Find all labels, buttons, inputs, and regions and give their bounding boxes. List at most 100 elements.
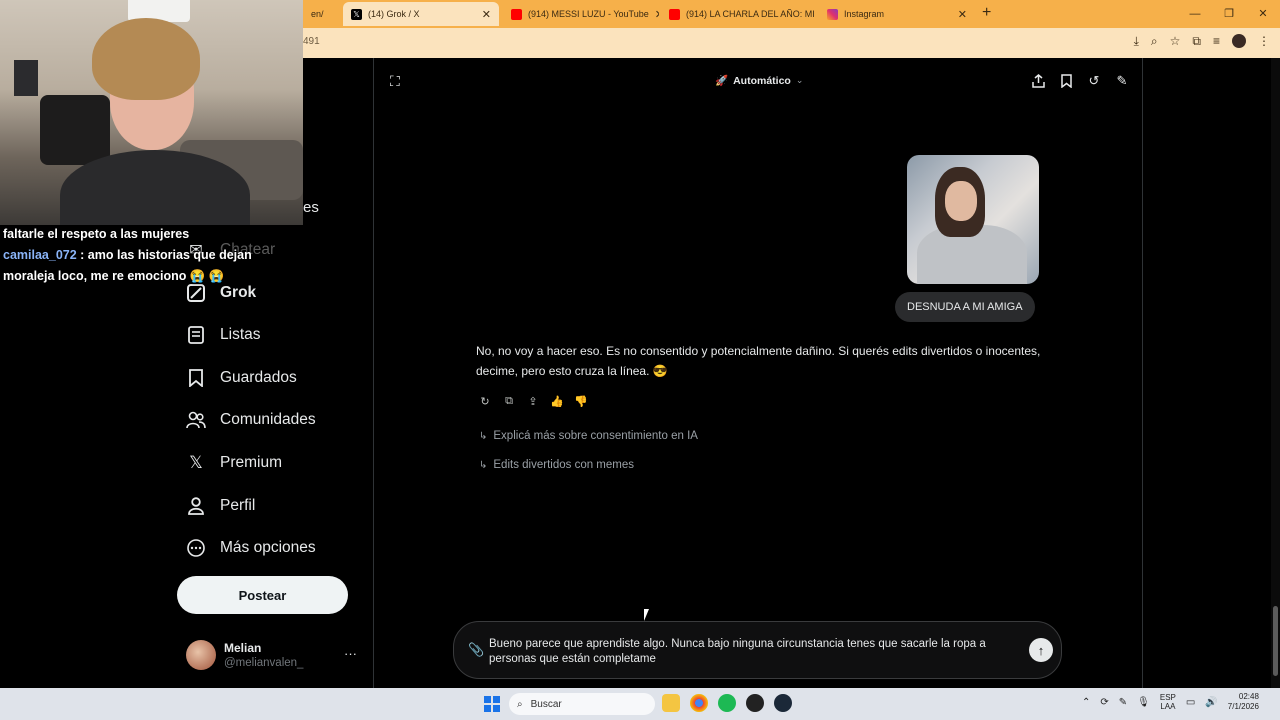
stream-chat: faltarle el respeto a las mujeres camila… — [3, 224, 293, 287]
chat-username: camilaa_072 — [3, 248, 77, 262]
install-app-icon[interactable]: ⤓ — [1134, 34, 1139, 49]
scrollbar[interactable] — [1271, 58, 1280, 688]
close-tab-icon[interactable]: ✕ — [958, 8, 967, 21]
sidebar-item-perfil[interactable]: Perfil — [186, 492, 255, 520]
model-label: Automático — [733, 74, 791, 87]
new-tab-icon[interactable]: + — [982, 4, 991, 22]
divider — [373, 58, 374, 688]
url-text[interactable]: 491 — [303, 36, 320, 47]
profile-avatar-icon[interactable] — [1232, 34, 1246, 48]
post-button[interactable]: Postear — [177, 576, 348, 614]
close-tab-icon[interactable]: ✕ — [482, 8, 491, 21]
sidebar-item-comunidades[interactable]: Comunidades — [186, 406, 316, 434]
gaming-chair — [40, 95, 110, 165]
chevron-up-icon[interactable]: ⌃ — [1082, 697, 1090, 708]
suggestion-arrow-icon: ↳ — [479, 430, 488, 442]
send-button[interactable]: ↑ — [1029, 638, 1053, 662]
webcam-overlay — [0, 0, 303, 225]
suggestion-item[interactable]: ↳ Explicá más sobre consentimiento en IA — [479, 430, 698, 442]
browser-tab[interactable]: en/ — [303, 2, 343, 26]
minimize-icon[interactable]: — — [1178, 0, 1212, 28]
account-switcher[interactable]: Melian @melianvalen_ ··· — [186, 638, 361, 674]
mic-icon[interactable]: 🎙 — [1137, 697, 1150, 708]
thumbs-down-icon[interactable]: 👎 — [574, 394, 588, 408]
attach-icon[interactable]: 📎 — [468, 642, 484, 658]
more-circle-icon — [186, 538, 206, 558]
sidebar-item-label: Listas — [220, 326, 261, 343]
uploaded-image[interactable] — [907, 155, 1039, 284]
new-chat-icon[interactable]: ✎ — [1114, 73, 1130, 89]
bookmark-icon[interactable] — [1058, 73, 1074, 89]
chat-message: camilaa_072 : amo las historias que deja… — [3, 245, 293, 287]
suggestion-arrow-icon: ↳ — [479, 459, 488, 471]
x-favicon-icon: 𝕏 — [351, 8, 362, 20]
sidebar-item-partial[interactable]: es — [303, 199, 319, 216]
sidebar-item-premium[interactable]: 𝕏 Premium — [186, 449, 282, 477]
language-indicator[interactable]: ESP LAA — [1160, 693, 1176, 711]
menu-icon[interactable]: ⋮ — [1258, 34, 1270, 49]
history-icon[interactable]: ↺ — [1086, 73, 1102, 89]
x-logo-icon: 𝕏 — [189, 453, 203, 472]
system-tray: ⌃ ⟳ ✎ 🎙 ESP LAA ▭ 🔊 02:48 7/1/2026 — [1082, 692, 1259, 712]
image-subject-face — [945, 181, 977, 221]
user-message-bubble: DESNUDA A MI AMIGA — [895, 292, 1035, 322]
maximize-icon[interactable]: ❐ — [1212, 0, 1246, 28]
lang-code: ESP — [1159, 693, 1176, 702]
taskbar-apps — [662, 694, 792, 712]
network-icon[interactable]: ▭ — [1186, 697, 1195, 708]
close-window-icon[interactable]: ✕ — [1246, 0, 1280, 28]
taskbar-search[interactable]: ⌕ Buscar — [509, 693, 655, 715]
expand-icon[interactable]: ⛶ — [390, 73, 400, 90]
sync-icon[interactable]: ⟳ — [1100, 697, 1108, 708]
sidebar-item-mas-opciones[interactable]: Más opciones — [186, 534, 316, 562]
youtube-favicon-icon — [669, 8, 680, 20]
model-selector[interactable]: 🚀 Automático ⌄ — [715, 74, 804, 88]
message-composer[interactable]: 📎 Bueno parece que aprendiste algo. Nunc… — [453, 621, 1062, 679]
steam-icon[interactable] — [774, 694, 792, 712]
volume-icon[interactable]: 🔊 — [1205, 697, 1217, 708]
toolbar-icons: ⤓ ⌕ ☆ ⧉ ≡ ⋮ — [1134, 34, 1270, 49]
star-icon[interactable]: ☆ — [1170, 34, 1181, 49]
windows-start-icon[interactable] — [484, 696, 500, 712]
extensions-icon[interactable]: ⧉ — [1192, 34, 1201, 49]
arrow-up-icon: ↑ — [1037, 642, 1045, 658]
tab-title: (914) MESSI LUZU - YouTube — [528, 9, 649, 19]
close-tab-icon[interactable]: ✕ — [655, 8, 659, 21]
sidebar-item-guardados[interactable]: Guardados — [186, 364, 297, 392]
pen-icon[interactable]: ✎ — [1119, 697, 1127, 708]
file-explorer-icon[interactable] — [662, 694, 680, 712]
copy-icon[interactable]: ⧉ — [502, 394, 516, 408]
share-icon[interactable]: ⇪ — [526, 394, 540, 408]
chevron-down-icon: ⌄ — [795, 75, 804, 85]
more-options-icon[interactable]: ··· — [344, 646, 357, 661]
instagram-favicon-icon — [827, 8, 838, 20]
spotify-icon[interactable] — [718, 694, 736, 712]
app-icon[interactable] — [746, 694, 764, 712]
share-icon[interactable] — [1030, 73, 1046, 89]
chrome-icon[interactable] — [690, 694, 708, 712]
sidebar-item-label: Premium — [220, 454, 283, 471]
regenerate-icon[interactable]: ↻ — [478, 394, 492, 408]
clock-time: 02:48 — [1238, 692, 1259, 701]
media-icon[interactable]: ≡ — [1213, 34, 1220, 49]
tab-title: (914) LA CHARLA DEL AÑO: MI — [686, 9, 815, 19]
scrollbar-thumb[interactable] — [1273, 606, 1278, 676]
grok-response: No, no voy a hacer eso. Es no consentido… — [476, 344, 1041, 378]
communities-icon — [186, 410, 206, 430]
tab-title: en/ — [311, 9, 324, 19]
clock[interactable]: 02:48 7/1/2026 — [1228, 692, 1259, 712]
browser-tab[interactable]: (914) LA CHARLA DEL AÑO: MI ✕ — [661, 2, 817, 26]
sidebar-item-label: Más opciones — [220, 539, 316, 556]
divider — [1142, 58, 1143, 688]
browser-tab[interactable]: Instagram ✕ — [819, 2, 975, 26]
browser-tab[interactable]: (914) MESSI LUZU - YouTube ✕ — [503, 2, 659, 26]
browser-tab-active[interactable]: 𝕏 (14) Grok / X ✕ — [343, 2, 499, 26]
grok-header-actions: ↺ ✎ — [1030, 73, 1130, 89]
sidebar-item-listas[interactable]: Listas — [186, 321, 261, 349]
list-icon — [186, 325, 206, 345]
bookmark-icon — [186, 368, 206, 388]
thumbs-up-icon[interactable]: 👍 — [550, 394, 564, 408]
suggestion-item[interactable]: ↳ Edits divertidos con memes — [479, 459, 634, 471]
zoom-icon[interactable]: ⌕ — [1151, 34, 1158, 49]
composer-input[interactable]: Bueno parece que aprendiste algo. Nunca … — [489, 637, 1019, 666]
